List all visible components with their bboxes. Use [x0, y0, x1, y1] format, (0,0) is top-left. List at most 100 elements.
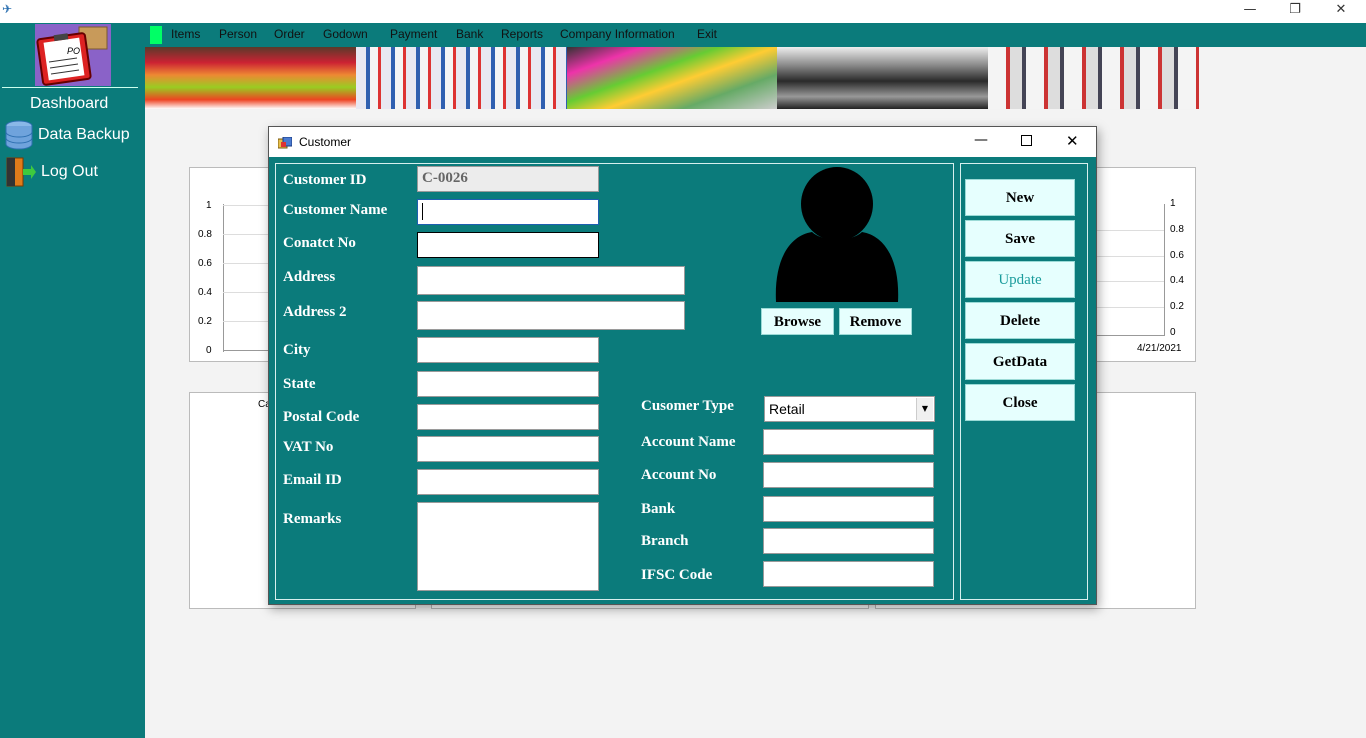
banner-dairy-image: [355, 47, 567, 109]
y-tick: 1: [1170, 198, 1176, 209]
app-titlebar: ✈ — ❐ ✕: [0, 0, 1366, 23]
chart-right: 1 0.8 0.6 0.4 0.2 0 4/21/2021: [1096, 167, 1196, 362]
state-label: State: [283, 376, 316, 392]
sidebar-divider: [2, 87, 138, 88]
menu-payment[interactable]: Payment: [390, 27, 437, 41]
menu-items[interactable]: Items: [171, 27, 200, 41]
gridline: [1097, 307, 1164, 308]
email-id-field[interactable]: [417, 469, 599, 495]
dialog-close-icon[interactable]: ✕: [1066, 132, 1079, 150]
store-banner: [145, 47, 1199, 109]
dropdown-arrow-icon[interactable]: ▼: [916, 398, 933, 420]
y-tick: 0: [206, 345, 212, 356]
logout-door-icon: [5, 156, 37, 192]
branch-field[interactable]: [763, 528, 934, 554]
menu-reports[interactable]: Reports: [501, 27, 543, 41]
user-avatar-icon: [772, 166, 902, 302]
city-label: City: [283, 342, 311, 358]
sidebar-item-log-out[interactable]: Log Out: [41, 163, 98, 181]
y-tick: 1: [206, 200, 212, 211]
getdata-button[interactable]: GetData: [965, 343, 1075, 380]
customer-name-field[interactable]: [417, 199, 599, 225]
vat-no-field[interactable]: [417, 436, 599, 462]
bank-field[interactable]: [763, 496, 934, 522]
gridline: [1097, 256, 1164, 257]
y-tick: 0.6: [1170, 250, 1184, 261]
gridline: [1097, 230, 1164, 231]
menu-exit[interactable]: Exit: [697, 27, 717, 41]
restore-icon[interactable]: ❐: [1280, 2, 1310, 20]
chart-left: 1 0.8 0.6 0.4 0.2 0: [189, 167, 269, 362]
y-tick: 0.8: [1170, 224, 1184, 235]
banner-phone-store-image: [777, 47, 989, 109]
minimize-icon[interactable]: —: [1235, 2, 1265, 20]
remarks-textarea[interactable]: [417, 502, 599, 591]
address2-field[interactable]: [417, 301, 685, 330]
customer-id-label: Customer ID: [283, 172, 367, 188]
customer-id-field: C-0026: [417, 166, 599, 192]
account-no-label: Account No: [641, 467, 717, 483]
address-label: Address: [283, 269, 336, 285]
sidebar-item-dashboard[interactable]: Dashboard: [30, 95, 108, 113]
y-tick: 0.2: [198, 316, 212, 327]
new-button[interactable]: New: [965, 179, 1075, 216]
dialog-maximize-icon[interactable]: [1021, 135, 1032, 146]
address-field[interactable]: [417, 266, 685, 295]
dialog-titlebar: Customer — ✕: [269, 127, 1096, 157]
menu-indicator: [150, 26, 162, 44]
y-axis: [1164, 204, 1165, 336]
menu-godown[interactable]: Godown: [323, 27, 368, 41]
y-tick: 0.2: [1170, 301, 1184, 312]
email-id-label: Email ID: [283, 472, 342, 488]
app-icon: ✈: [2, 2, 13, 16]
postal-code-field[interactable]: [417, 404, 599, 430]
y-tick: 0: [1170, 327, 1176, 338]
customer-name-label: Customer Name: [283, 202, 388, 218]
account-no-field[interactable]: [763, 462, 934, 488]
gridline: [223, 292, 269, 293]
close-button[interactable]: Close: [965, 384, 1075, 421]
menu-bank[interactable]: Bank: [456, 27, 483, 41]
x-axis: [223, 350, 269, 351]
x-axis: [1097, 335, 1164, 336]
remarks-label: Remarks: [283, 511, 342, 527]
update-button[interactable]: Update: [965, 261, 1075, 298]
ifsc-code-field[interactable]: [763, 561, 934, 587]
ifsc-code-label: IFSC Code: [641, 567, 713, 583]
gridline: [223, 234, 269, 235]
y-tick: 0.4: [198, 287, 212, 298]
banner-produce-image: [145, 47, 356, 109]
state-field[interactable]: [417, 371, 599, 397]
dialog-minimize-icon[interactable]: —: [974, 132, 988, 148]
postal-code-label: Postal Code: [283, 409, 360, 425]
branch-label: Branch: [641, 533, 689, 549]
browse-button[interactable]: Browse: [761, 308, 834, 335]
customer-type-label: Cusomer Type: [641, 398, 734, 414]
account-name-label: Account Name: [641, 434, 736, 450]
sidebar-item-data-backup[interactable]: Data Backup: [38, 126, 130, 144]
menu-bar: Items Person Order Godown Payment Bank R…: [145, 23, 1366, 47]
database-icon: [4, 120, 34, 154]
city-field[interactable]: [417, 337, 599, 363]
y-tick: 0.6: [198, 258, 212, 269]
logo-text: PO: [67, 46, 81, 56]
remove-button[interactable]: Remove: [839, 308, 912, 335]
delete-button[interactable]: Delete: [965, 302, 1075, 339]
banner-electronics-image: [988, 47, 1199, 109]
gridline: [1097, 281, 1164, 282]
y-tick: 0.8: [198, 229, 212, 240]
save-button[interactable]: Save: [965, 220, 1075, 257]
gridline: [223, 263, 269, 264]
menu-order[interactable]: Order: [274, 27, 305, 41]
menu-person[interactable]: Person: [219, 27, 257, 41]
menu-company-information[interactable]: Company Information: [560, 27, 675, 41]
customer-type-value: Retail: [769, 401, 805, 417]
y-axis: [223, 204, 224, 352]
bank-label: Bank: [641, 501, 676, 517]
contact-no-field[interactable]: [417, 232, 599, 258]
customer-type-select[interactable]: Retail ▼: [764, 396, 935, 422]
gridline: [223, 321, 269, 322]
account-name-field[interactable]: [763, 429, 934, 455]
address2-label: Address 2: [283, 304, 347, 320]
close-icon[interactable]: ✕: [1326, 2, 1356, 20]
